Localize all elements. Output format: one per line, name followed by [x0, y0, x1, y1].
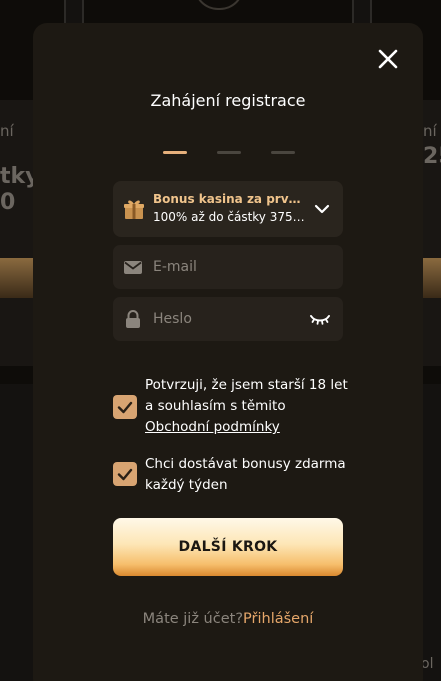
mail-icon — [124, 261, 142, 274]
step-1 — [163, 151, 187, 154]
background-label: ní — [423, 122, 437, 140]
bonus-subtitle: 100% až do částky 37500 Kč — [153, 210, 307, 224]
age-consent-text: Potvrzuji, že jsem starší 18 let a souhl… — [145, 375, 350, 438]
login-link[interactable]: Přihlášení — [243, 611, 313, 627]
gift-icon — [124, 200, 144, 219]
login-prompt: Máte již účet?Přihlášení — [33, 611, 423, 627]
age-consent-label: Potvrzuji, že jsem starší 18 let a souhl… — [145, 377, 348, 414]
close-button[interactable] — [376, 47, 400, 71]
password-field — [113, 297, 343, 341]
age-consent-checkbox[interactable] — [113, 395, 137, 419]
registration-modal: Zahájení registrace Bonus kasina za prvn… — [33, 23, 423, 681]
background-logo — [194, 0, 244, 10]
bonus-selector[interactable]: Bonus kasina za první vklad 100% až do č… — [113, 181, 343, 237]
eye-closed-icon[interactable] — [309, 310, 331, 328]
close-icon — [378, 49, 398, 69]
bonus-title: Bonus kasina za první vklad — [153, 192, 307, 206]
background-amount: 0 — [0, 190, 16, 215]
chevron-down-icon — [314, 204, 330, 214]
lock-icon — [126, 310, 140, 328]
password-input[interactable] — [153, 297, 303, 341]
terms-link[interactable]: Obchodní podmínky — [145, 419, 280, 435]
next-step-button[interactable]: DALŠÍ KROK — [113, 518, 343, 576]
bonus-optin-text: Chci dostávat bonusy zdarma každý týden — [145, 456, 346, 493]
modal-title: Zahájení registrace — [150, 91, 306, 110]
check-icon — [117, 401, 133, 414]
step-indicator — [163, 151, 295, 154]
login-prompt-text: Máte již účet? — [142, 611, 244, 627]
email-field — [113, 245, 343, 289]
background-label: ní — [0, 122, 14, 140]
email-input[interactable] — [153, 245, 303, 289]
background-amount: 25 — [423, 144, 441, 169]
bonus-optin-checkbox[interactable] — [113, 462, 137, 486]
step-3 — [271, 151, 295, 154]
step-2 — [217, 151, 241, 154]
background-card-lower-left — [0, 384, 36, 681]
check-icon — [117, 468, 133, 481]
